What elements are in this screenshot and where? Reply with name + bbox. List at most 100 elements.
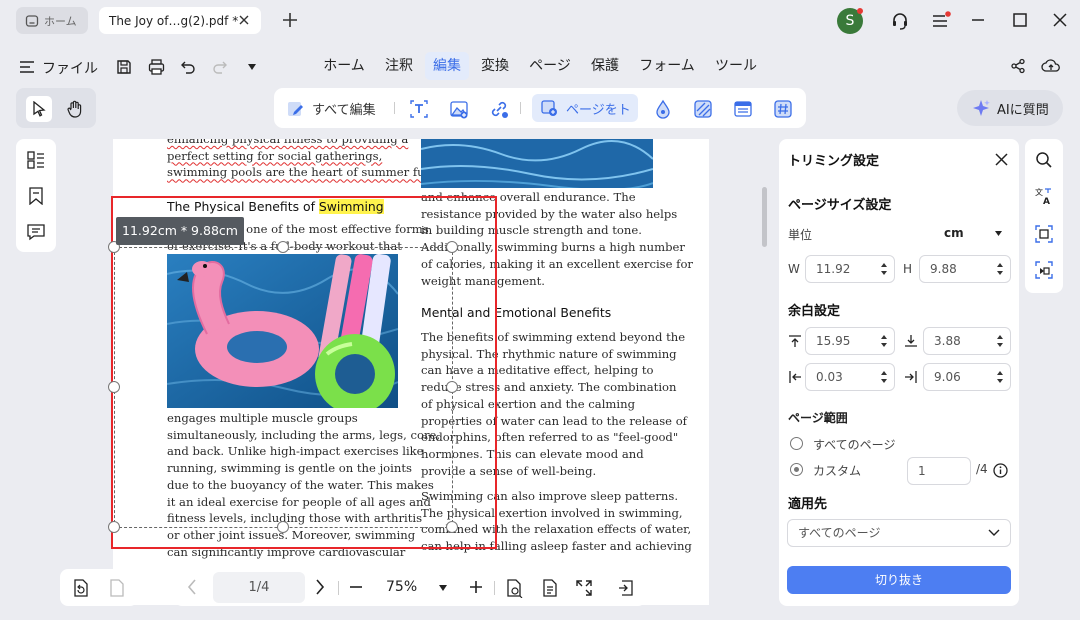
screen-capture-icon[interactable]: [1033, 259, 1055, 281]
unit-select-value[interactable]: cm: [944, 226, 964, 240]
headset-icon[interactable]: [888, 9, 912, 33]
margin-right-stepper-icon[interactable]: [996, 369, 1004, 385]
share-icon[interactable]: [1008, 56, 1028, 76]
page-fit-icon[interactable]: [104, 576, 128, 600]
new-tab-icon[interactable]: [280, 10, 300, 30]
crop-button[interactable]: 切り抜き: [787, 566, 1011, 594]
apply-to-select[interactable]: すべてのページ: [787, 519, 1011, 547]
apply-to-section-title: 適用先: [788, 497, 828, 512]
ai-sparkle-icon: [971, 98, 991, 118]
maximize-icon[interactable]: [1010, 10, 1030, 30]
zoom-in-icon[interactable]: [466, 577, 486, 597]
rotate-page-icon[interactable]: [68, 576, 92, 600]
crop-handle-bottom-left[interactable]: [108, 521, 120, 533]
search-icon[interactable]: [1033, 149, 1055, 171]
close-window-icon[interactable]: [1050, 10, 1070, 30]
menu-home[interactable]: ホーム: [316, 52, 372, 80]
previous-page-icon[interactable]: [182, 577, 202, 597]
menu-edit[interactable]: 編集: [425, 52, 469, 80]
crop-size-tooltip: 11.92cm * 9.88cm: [116, 217, 244, 245]
custom-page-input[interactable]: 1: [907, 457, 971, 485]
tab-document-label: The Joy of…g(2).pdf *: [109, 13, 239, 28]
unit-dropdown-icon[interactable]: [994, 230, 1002, 236]
save-icon[interactable]: [114, 57, 134, 77]
watermark-icon[interactable]: [652, 98, 674, 120]
tab-document[interactable]: The Joy of…g(2).pdf *: [99, 7, 261, 34]
redo-icon[interactable]: [210, 57, 230, 77]
document-layout-icon[interactable]: [538, 576, 562, 600]
add-link-icon[interactable]: [488, 98, 510, 120]
ask-ai-button[interactable]: AIに質問: [957, 90, 1063, 126]
menu-tools[interactable]: ツール: [708, 52, 764, 80]
minimize-icon[interactable]: [968, 10, 988, 30]
margin-bottom-input[interactable]: 3.88: [923, 327, 1011, 355]
file-menu-icon[interactable]: [18, 58, 36, 76]
crop-area-outline[interactable]: [111, 196, 497, 549]
crop-handle-top-right[interactable]: [446, 241, 458, 253]
margin-right-input[interactable]: 9.06: [923, 363, 1011, 391]
file-menu-label[interactable]: ファイル: [42, 58, 98, 77]
page-view-mode-icon[interactable]: [502, 576, 526, 600]
margin-top-input[interactable]: 15.95: [805, 327, 895, 355]
menu-protect[interactable]: 保護: [585, 52, 625, 80]
crop-panel-title: トリミング設定: [788, 154, 880, 169]
menu-page[interactable]: ページ: [523, 52, 577, 80]
crop-handle-right[interactable]: [446, 381, 458, 393]
page-range-section-title: ページ範囲: [788, 411, 848, 425]
thumbnails-icon[interactable]: [25, 149, 47, 171]
tab-home[interactable]: ホーム: [16, 7, 88, 34]
col1-top-paragraph: enhancing physical fitness to providing …: [167, 139, 436, 180]
zoom-dropdown-icon[interactable]: [438, 583, 448, 593]
background-icon[interactable]: [692, 98, 714, 120]
exit-view-icon[interactable]: [614, 576, 638, 600]
hand-tool-icon[interactable]: [62, 96, 88, 122]
menu-annotate[interactable]: 注釈: [380, 52, 418, 80]
select-tool-icon[interactable]: [26, 96, 52, 122]
vertical-scrollbar[interactable]: [762, 187, 767, 247]
custom-range-radio[interactable]: [790, 463, 803, 476]
margin-left-stepper-icon[interactable]: [880, 369, 888, 385]
zoom-out-icon[interactable]: [346, 577, 366, 597]
all-pages-radio[interactable]: [790, 437, 803, 450]
width-stepper-icon[interactable]: [880, 261, 888, 277]
crop-page-button[interactable]: ページをト: [532, 94, 638, 122]
translate-icon[interactable]: 文A: [1033, 185, 1055, 207]
avatar[interactable]: S: [836, 7, 864, 35]
height-input[interactable]: 9.88: [919, 255, 1011, 283]
comment-icon[interactable]: [25, 221, 47, 243]
pool-water-image: [421, 139, 653, 188]
margin-bottom-stepper-icon[interactable]: [996, 333, 1004, 349]
undo-icon[interactable]: [178, 57, 198, 77]
menu-convert[interactable]: 変換: [476, 52, 514, 80]
menu-form[interactable]: フォーム: [633, 52, 701, 80]
svg-text:A: A: [1043, 197, 1050, 206]
bates-number-icon[interactable]: [772, 98, 794, 120]
margin-left-input[interactable]: 0.03: [805, 363, 895, 391]
hamburger-menu-icon[interactable]: [928, 9, 952, 33]
print-icon[interactable]: [146, 57, 166, 77]
add-image-icon[interactable]: [448, 98, 470, 120]
fullscreen-icon[interactable]: [572, 576, 596, 600]
crop-handle-bottom[interactable]: [277, 521, 289, 533]
crop-handle-bottom-right[interactable]: [446, 521, 458, 533]
margin-left-icon: [787, 369, 803, 385]
header-footer-icon[interactable]: [732, 98, 754, 120]
crop-region-icon[interactable]: [1033, 223, 1055, 245]
zoom-level[interactable]: 75%: [386, 569, 417, 606]
page-number-input[interactable]: 1/4: [213, 572, 305, 603]
unit-label: 単位: [788, 228, 813, 242]
height-stepper-icon[interactable]: [996, 261, 1004, 277]
crop-handle-top[interactable]: [277, 241, 289, 253]
next-page-icon[interactable]: [310, 577, 330, 597]
crop-handle-left[interactable]: [108, 381, 120, 393]
info-icon[interactable]: [992, 462, 1008, 478]
edit-all-button[interactable]: すべて編集: [286, 94, 386, 122]
margin-top-stepper-icon[interactable]: [880, 333, 888, 349]
width-input[interactable]: 11.92: [805, 255, 895, 283]
quick-access-dropdown-icon[interactable]: [244, 59, 260, 75]
close-tab-icon[interactable]: [237, 13, 251, 27]
close-panel-icon[interactable]: [992, 150, 1010, 168]
cloud-upload-icon[interactable]: [1040, 56, 1062, 76]
add-text-icon[interactable]: [408, 98, 430, 120]
bookmark-icon[interactable]: [25, 185, 47, 207]
